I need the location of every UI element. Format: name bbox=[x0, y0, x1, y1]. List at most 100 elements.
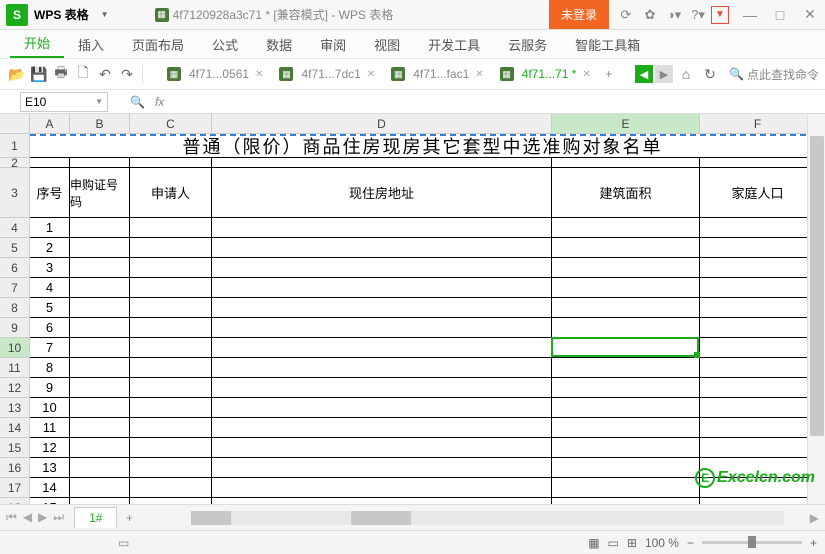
app-menu-dropdown[interactable]: ▼ bbox=[101, 10, 109, 19]
data-cell[interactable] bbox=[130, 298, 212, 318]
add-sheet-button[interactable]: + bbox=[117, 511, 141, 525]
help-icon[interactable]: ?▾ bbox=[687, 4, 709, 26]
data-cell[interactable] bbox=[700, 378, 816, 398]
data-cell[interactable] bbox=[700, 338, 816, 358]
seq-cell[interactable]: 3 bbox=[30, 258, 70, 278]
data-cell[interactable] bbox=[130, 458, 212, 478]
redo-icon[interactable]: ↷ bbox=[116, 63, 138, 85]
data-cell[interactable] bbox=[552, 338, 700, 358]
zoom-value[interactable]: 100 % bbox=[645, 536, 679, 550]
tab-nav-right[interactable]: ▶ bbox=[655, 65, 673, 83]
seq-cell[interactable]: 4 bbox=[30, 278, 70, 298]
data-cell[interactable] bbox=[70, 218, 130, 238]
name-box[interactable]: E10 ▼ bbox=[20, 92, 108, 112]
alert-icon[interactable]: ▼ bbox=[711, 6, 729, 24]
data-cell[interactable] bbox=[70, 318, 130, 338]
data-cell[interactable] bbox=[212, 298, 552, 318]
header-family[interactable]: 家庭人口 bbox=[700, 168, 816, 218]
row-header-1[interactable]: 1 bbox=[0, 134, 30, 158]
data-cell[interactable] bbox=[70, 478, 130, 498]
doc-tab-3[interactable]: ▦4f71...fac1✕ bbox=[383, 63, 491, 85]
refresh-nav-icon[interactable]: ↻ bbox=[699, 63, 721, 85]
sheet-nav[interactable]: ⏮ ◀ ▶ ⏭ bbox=[0, 510, 70, 525]
row-header-8[interactable]: 8 bbox=[0, 298, 30, 318]
data-cell[interactable] bbox=[552, 318, 700, 338]
menu-pagelayout[interactable]: 页面布局 bbox=[118, 31, 198, 58]
fx-label[interactable]: fx bbox=[155, 95, 164, 109]
menu-smarttools[interactable]: 智能工具箱 bbox=[561, 31, 654, 58]
tab-close-icon[interactable]: ✕ bbox=[255, 69, 263, 80]
seq-cell[interactable]: 5 bbox=[30, 298, 70, 318]
data-cell[interactable] bbox=[552, 458, 700, 478]
data-cell[interactable] bbox=[70, 298, 130, 318]
row-header-3[interactable]: 3 bbox=[0, 168, 30, 218]
sheet-first-icon[interactable]: ⏮ bbox=[6, 510, 17, 525]
data-cell[interactable] bbox=[70, 378, 130, 398]
zoom-slider[interactable] bbox=[702, 541, 802, 544]
column-headers[interactable]: ABCDEF bbox=[30, 114, 816, 134]
vscroll-thumb[interactable] bbox=[810, 136, 824, 436]
zoom-in-button[interactable]: + bbox=[810, 536, 817, 550]
select-all-corner[interactable] bbox=[0, 114, 30, 134]
data-cell[interactable] bbox=[130, 218, 212, 238]
seq-cell[interactable]: 6 bbox=[30, 318, 70, 338]
data-cell[interactable] bbox=[70, 398, 130, 418]
tab-close-icon[interactable]: ✕ bbox=[582, 69, 590, 80]
col-header-A[interactable]: A bbox=[30, 114, 70, 134]
maximize-button[interactable]: □ bbox=[765, 0, 795, 30]
cell-r2[interactable] bbox=[130, 158, 212, 168]
doc-tab-4[interactable]: ▦4f71...71 *✕ bbox=[492, 63, 599, 85]
data-cell[interactable] bbox=[552, 258, 700, 278]
minimize-button[interactable]: — bbox=[735, 0, 765, 30]
data-cell[interactable] bbox=[70, 278, 130, 298]
row-header-5[interactable]: 5 bbox=[0, 238, 30, 258]
menu-start[interactable]: 开始 bbox=[10, 29, 64, 58]
row-header-4[interactable]: 4 bbox=[0, 218, 30, 238]
data-cell[interactable] bbox=[700, 438, 816, 458]
header-applicant[interactable]: 申请人 bbox=[130, 168, 212, 218]
tab-nav-left[interactable]: ◀ bbox=[635, 65, 653, 83]
view-break-icon[interactable]: ⊞ bbox=[627, 536, 637, 550]
menu-insert[interactable]: 插入 bbox=[64, 31, 118, 58]
layout-icon[interactable]: ▭ bbox=[118, 536, 129, 550]
data-cell[interactable] bbox=[212, 218, 552, 238]
preview-icon[interactable]: 🗋 bbox=[72, 63, 94, 85]
data-cell[interactable] bbox=[212, 378, 552, 398]
seq-cell[interactable]: 11 bbox=[30, 418, 70, 438]
header-address[interactable]: 现住房地址 bbox=[212, 168, 552, 218]
data-cell[interactable] bbox=[552, 238, 700, 258]
sheet-prev-icon[interactable]: ◀ bbox=[23, 510, 32, 525]
data-cell[interactable] bbox=[212, 478, 552, 498]
sheet-last-icon[interactable]: ⏭ bbox=[53, 510, 64, 525]
data-cell[interactable] bbox=[130, 318, 212, 338]
data-cell[interactable] bbox=[552, 438, 700, 458]
data-cell[interactable] bbox=[70, 338, 130, 358]
col-header-D[interactable]: D bbox=[212, 114, 552, 134]
menu-review[interactable]: 审阅 bbox=[306, 31, 360, 58]
menu-devtools[interactable]: 开发工具 bbox=[414, 31, 494, 58]
data-cell[interactable] bbox=[552, 298, 700, 318]
data-cell[interactable] bbox=[212, 318, 552, 338]
data-cell[interactable] bbox=[212, 338, 552, 358]
cell-r2[interactable] bbox=[700, 158, 816, 168]
data-cell[interactable] bbox=[700, 238, 816, 258]
tab-close-icon[interactable]: ✕ bbox=[475, 69, 483, 80]
data-cell[interactable] bbox=[70, 358, 130, 378]
row-headers[interactable]: 123456789101112131415161718 bbox=[0, 134, 30, 518]
seq-cell[interactable]: 2 bbox=[30, 238, 70, 258]
menu-data[interactable]: 数据 bbox=[252, 31, 306, 58]
col-header-C[interactable]: C bbox=[130, 114, 212, 134]
row-header-13[interactable]: 13 bbox=[0, 398, 30, 418]
row-header-10[interactable]: 10 bbox=[0, 338, 30, 358]
data-cell[interactable] bbox=[212, 278, 552, 298]
header-code[interactable]: 申购证号码 bbox=[70, 168, 130, 218]
col-header-F[interactable]: F bbox=[700, 114, 816, 134]
hscroll-thumb[interactable] bbox=[191, 511, 231, 525]
data-cell[interactable] bbox=[130, 278, 212, 298]
view-page-icon[interactable]: ▭ bbox=[608, 536, 619, 550]
print-button[interactable]: 🖶 bbox=[50, 63, 72, 85]
row-header-9[interactable]: 9 bbox=[0, 318, 30, 338]
data-cell[interactable] bbox=[212, 438, 552, 458]
fx-search-icon[interactable]: 🔍 bbox=[130, 95, 145, 109]
seq-cell[interactable]: 10 bbox=[30, 398, 70, 418]
